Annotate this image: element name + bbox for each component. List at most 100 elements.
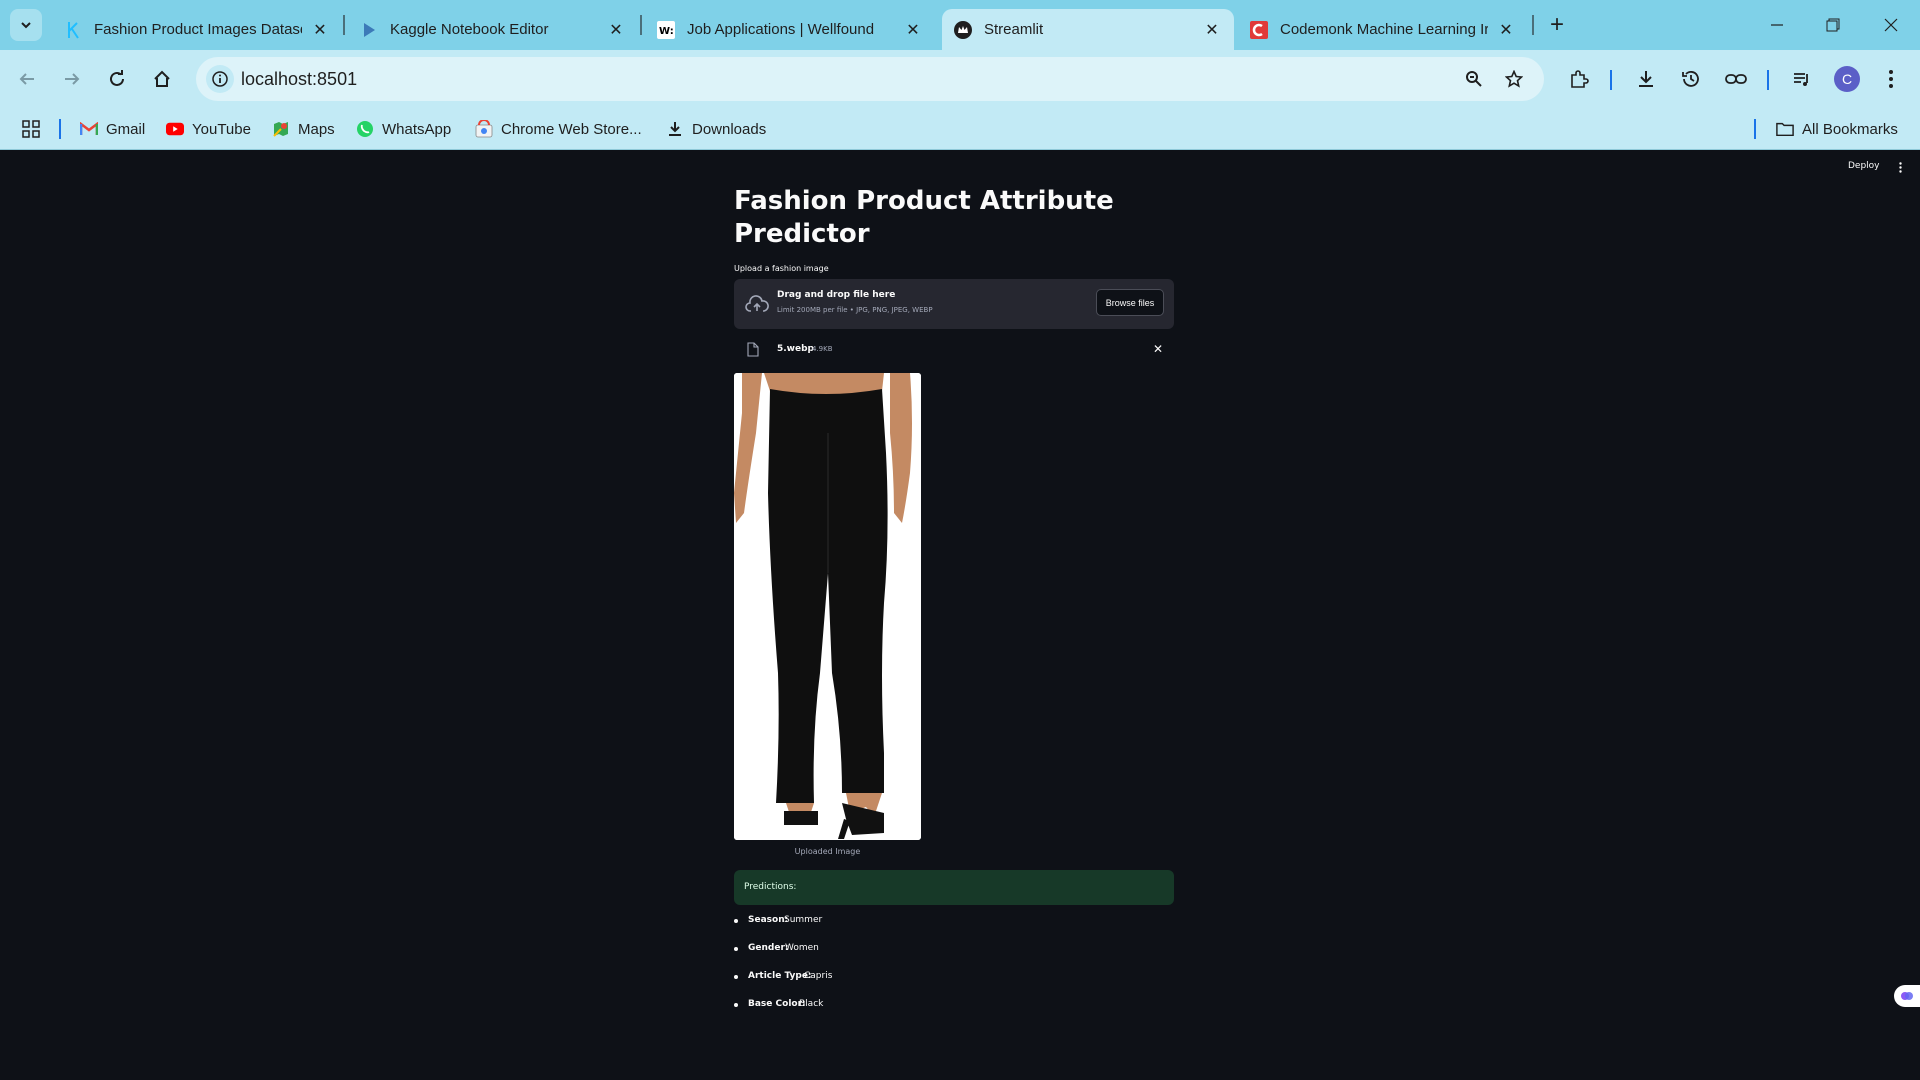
chevron-down-icon bbox=[21, 22, 31, 29]
predictions-header: Predictions: bbox=[744, 882, 797, 892]
tab-title: Codemonk Machine Learning Ir bbox=[1280, 21, 1488, 38]
forward-button[interactable] bbox=[55, 62, 89, 96]
uploaded-file-row: 5.webp 4.9KB ✕ bbox=[734, 337, 1174, 361]
dropzone-instructions: Drag and drop file here bbox=[777, 290, 896, 300]
download-icon bbox=[666, 120, 684, 138]
reload-button[interactable] bbox=[100, 62, 134, 96]
profile-avatar[interactable]: C bbox=[1834, 66, 1860, 92]
close-icon[interactable]: ✕ bbox=[1496, 20, 1516, 40]
zoom-icon[interactable] bbox=[1462, 67, 1486, 91]
close-icon[interactable]: ✕ bbox=[606, 20, 626, 40]
bullet bbox=[734, 919, 738, 923]
url-text[interactable]: localhost:8501 bbox=[241, 69, 357, 90]
tab-wellfound[interactable]: W: Job Applications | Wellfound ✕ bbox=[645, 9, 935, 50]
tab-codemonk[interactable]: Codemonk Machine Learning Ir ✕ bbox=[1238, 9, 1528, 50]
close-icon bbox=[1884, 18, 1898, 32]
page-title: Fashion Product Attribute Predictor bbox=[734, 186, 1114, 249]
attribute-key: Gender: bbox=[748, 943, 789, 953]
new-tab-button[interactable]: + bbox=[1544, 11, 1570, 38]
tab-kaggle-notebook[interactable]: Kaggle Notebook Editor ✕ bbox=[348, 9, 638, 50]
bookmark-label: Maps bbox=[298, 120, 335, 138]
history-icon[interactable] bbox=[1677, 65, 1705, 93]
browser-menu-icon[interactable] bbox=[1877, 65, 1905, 93]
tab-divider bbox=[343, 15, 345, 35]
home-button[interactable] bbox=[145, 62, 179, 96]
reload-icon bbox=[110, 70, 124, 86]
toolbar-divider bbox=[1767, 70, 1769, 90]
bookmarks-divider bbox=[59, 119, 61, 139]
close-icon[interactable]: ✕ bbox=[310, 20, 330, 40]
bookmarks-divider bbox=[1754, 119, 1756, 139]
youtube-icon bbox=[166, 120, 184, 138]
minimize-button[interactable] bbox=[1762, 10, 1792, 40]
bookmark-label: YouTube bbox=[192, 120, 251, 138]
attribute-value: Capris bbox=[804, 971, 833, 981]
predictions-alert: Predictions: bbox=[734, 870, 1174, 905]
back-button[interactable] bbox=[10, 62, 44, 96]
tab-search-button[interactable] bbox=[10, 9, 42, 41]
all-bookmarks-label: All Bookmarks bbox=[1802, 120, 1898, 138]
attribute-key: Base Color: bbox=[748, 999, 806, 1009]
browser-toolbar: localhost:8501 C bbox=[0, 50, 1920, 108]
all-bookmarks-button[interactable]: All Bookmarks bbox=[1776, 118, 1898, 140]
restore-button[interactable] bbox=[1818, 10, 1848, 40]
tab-title: Job Applications | Wellfound bbox=[687, 21, 875, 38]
bookmarks-bar: Gmail YouTube Maps WhatsApp Chrome Web S… bbox=[0, 108, 1920, 150]
home-icon bbox=[154, 70, 170, 87]
wellfound-icon: W: bbox=[657, 20, 675, 39]
media-controls-icon[interactable] bbox=[1788, 65, 1816, 93]
bookmark-downloads[interactable]: Downloads bbox=[666, 118, 766, 140]
restore-icon bbox=[1826, 18, 1840, 32]
apps-grid-icon bbox=[22, 120, 40, 138]
tab-streamlit[interactable]: Streamlit ✕ bbox=[942, 9, 1234, 50]
bookmark-label: WhatsApp bbox=[382, 120, 452, 138]
cloud-upload-icon bbox=[744, 293, 770, 315]
download-icon[interactable] bbox=[1632, 65, 1660, 93]
svg-text:W:: W: bbox=[659, 26, 674, 37]
kaggle-k-icon bbox=[64, 21, 82, 39]
arrow-right-icon bbox=[65, 73, 80, 85]
close-window-button[interactable] bbox=[1876, 10, 1906, 40]
bookmark-chrome-web-store[interactable]: Chrome Web Store... bbox=[475, 118, 642, 140]
codemonk-icon bbox=[1250, 20, 1268, 39]
assistant-widget-icon[interactable] bbox=[1894, 985, 1920, 1007]
attribute-value: Summer bbox=[784, 915, 823, 925]
bookmark-label: Gmail bbox=[106, 120, 146, 138]
close-icon[interactable]: ✕ bbox=[1202, 20, 1222, 40]
link-icon[interactable] bbox=[1722, 65, 1750, 93]
streamlit-crown-icon bbox=[954, 20, 972, 39]
extensions-icon[interactable] bbox=[1565, 65, 1593, 93]
bookmark-star-icon[interactable] bbox=[1502, 67, 1526, 91]
tab-title: Fashion Product Images Datase bbox=[94, 21, 302, 38]
tab-title: Streamlit bbox=[984, 21, 1044, 38]
attribute-value: Women bbox=[785, 943, 819, 953]
file-dropzone[interactable]: Drag and drop file here Limit 200MB per … bbox=[734, 279, 1174, 329]
arrow-left-icon bbox=[19, 73, 34, 85]
folder-icon bbox=[1776, 120, 1794, 138]
bookmark-youtube[interactable]: YouTube bbox=[166, 118, 251, 140]
bullet bbox=[734, 975, 738, 979]
bullet bbox=[734, 947, 738, 951]
apps-button[interactable] bbox=[22, 118, 48, 140]
browse-files-button[interactable]: Browse files bbox=[1096, 289, 1164, 316]
bookmark-maps[interactable]: Maps bbox=[272, 118, 335, 140]
site-info-icon[interactable] bbox=[206, 65, 234, 93]
deploy-button[interactable]: Deploy bbox=[1848, 161, 1880, 171]
close-icon[interactable]: ✕ bbox=[903, 20, 923, 40]
uploaded-file-name: 5.webp bbox=[777, 344, 814, 354]
remove-file-icon[interactable]: ✕ bbox=[1151, 342, 1165, 356]
bookmark-gmail[interactable]: Gmail bbox=[80, 118, 145, 140]
maps-icon bbox=[272, 120, 290, 138]
attribute-value: Black bbox=[799, 999, 824, 1009]
app-menu-icon[interactable] bbox=[1896, 161, 1904, 173]
tab-fashion-dataset[interactable]: Fashion Product Images Datase ✕ bbox=[52, 9, 342, 50]
address-bar[interactable]: localhost:8501 bbox=[196, 57, 1544, 101]
uploaded-file-size: 4.9KB bbox=[812, 345, 833, 353]
attribute-key: Article Type: bbox=[748, 971, 812, 981]
file-icon bbox=[747, 342, 759, 357]
bookmark-whatsapp[interactable]: WhatsApp bbox=[356, 118, 451, 140]
gmail-icon bbox=[80, 120, 98, 138]
whatsapp-icon bbox=[356, 120, 374, 138]
tab-title: Kaggle Notebook Editor bbox=[390, 21, 549, 38]
kaggle-play-icon bbox=[360, 21, 378, 39]
